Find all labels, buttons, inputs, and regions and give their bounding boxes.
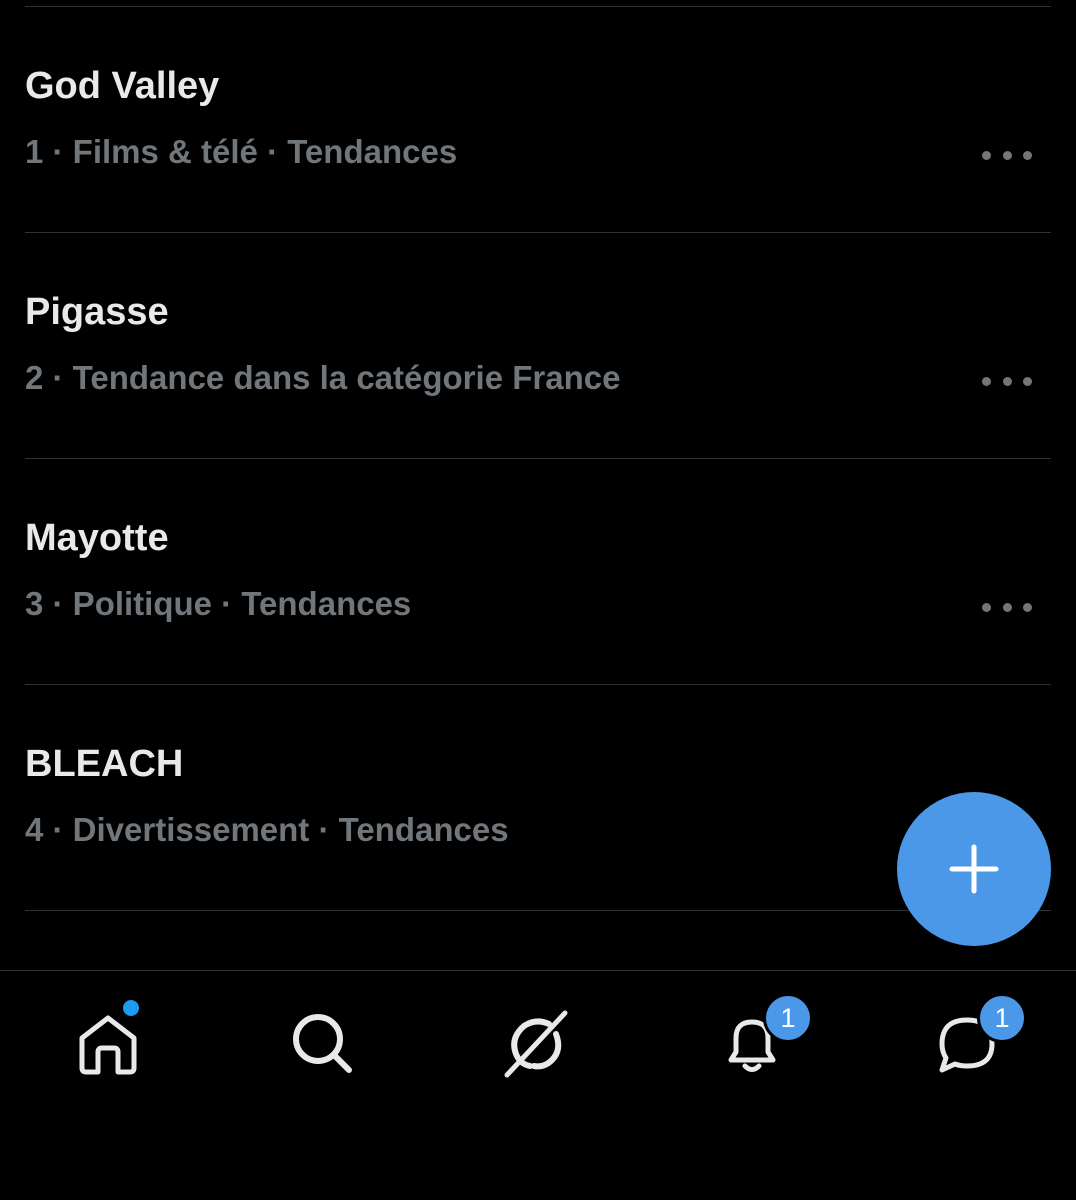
grok-icon xyxy=(504,1010,568,1078)
more-dot xyxy=(1023,150,1032,160)
more-dot xyxy=(1002,376,1012,386)
more-dot xyxy=(982,602,991,612)
more-dot xyxy=(1002,602,1012,612)
more-dot xyxy=(1023,602,1032,612)
nav-search[interactable] xyxy=(252,996,392,1086)
trend-meta: 2 · Tendance dans la catégorie France xyxy=(25,359,621,396)
more-options-button[interactable] xyxy=(982,370,1032,392)
trend-title: Pigasse xyxy=(25,291,169,333)
messages-badge: 1 xyxy=(977,993,1027,1043)
trend-meta: 3 · Politique · Tendances xyxy=(25,585,412,622)
nav-grok[interactable] xyxy=(467,996,607,1086)
more-dot xyxy=(1002,150,1012,160)
plus-icon xyxy=(949,844,999,894)
trend-title: Mayotte xyxy=(25,517,169,559)
home-notification-dot xyxy=(120,997,142,1019)
more-options-button[interactable] xyxy=(982,596,1032,618)
trend-title: BLEACH xyxy=(25,743,184,785)
notifications-badge: 1 xyxy=(763,993,813,1043)
trend-meta: 4 · Divertissement · Tendances xyxy=(25,811,509,848)
trend-item[interactable]: Mayotte 3 · Politique · Tendances xyxy=(0,458,1076,684)
nav-home[interactable] xyxy=(38,996,178,1086)
divider xyxy=(25,910,1051,911)
more-dot xyxy=(982,150,991,160)
more-dot xyxy=(982,376,991,386)
trend-item[interactable]: God Valley 1 · Films & télé · Tendances xyxy=(0,6,1076,232)
compose-button[interactable] xyxy=(897,792,1051,946)
trend-title: God Valley xyxy=(25,65,220,107)
trend-meta: 1 · Films & télé · Tendances xyxy=(25,133,458,170)
nav-notifications[interactable]: 1 xyxy=(682,993,822,1086)
search-icon xyxy=(293,1014,352,1073)
more-dot xyxy=(1023,376,1032,386)
trend-item[interactable]: Pigasse 2 · Tendance dans la catégorie F… xyxy=(0,232,1076,458)
nav-messages[interactable]: 1 xyxy=(897,993,1037,1086)
bottom-nav: 1 1 xyxy=(0,971,1076,1200)
more-options-button[interactable] xyxy=(982,144,1032,166)
